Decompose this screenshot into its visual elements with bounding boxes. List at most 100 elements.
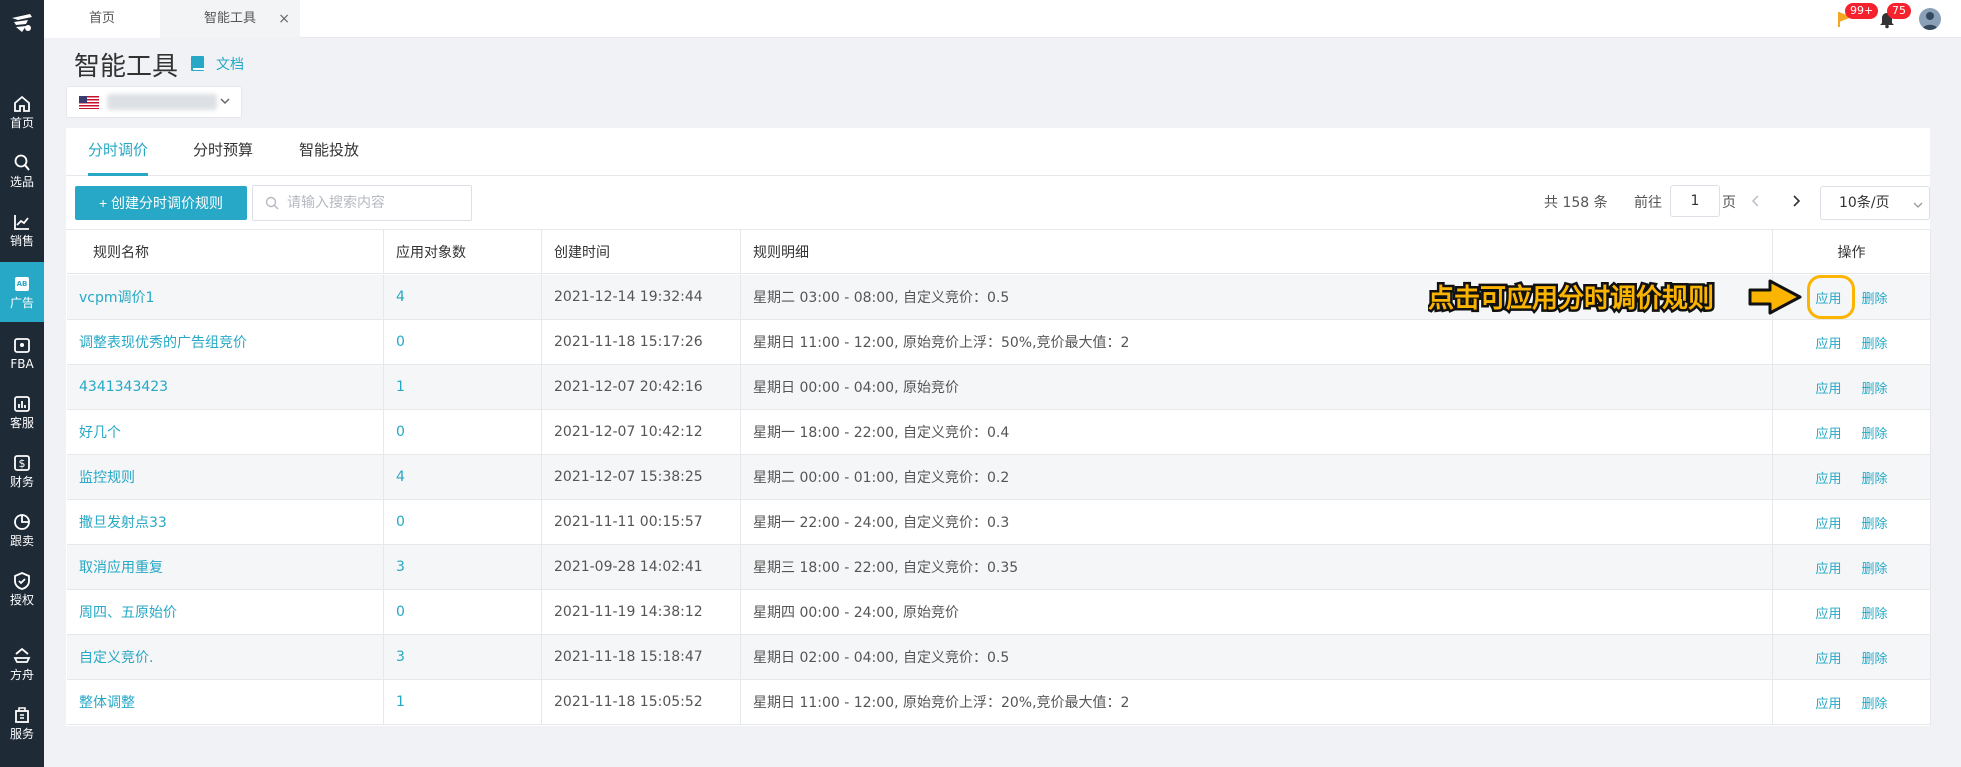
store-name-blurred [107,94,217,110]
rule-detail: 星期日 11:00 - 12:00, 原始竞价上浮：20%,竞价最大值：2 [741,680,1773,724]
delete-button[interactable]: 删除 [1862,333,1888,352]
sub-tab-bar: 分时调价 分时预算 智能投放 [66,128,1930,176]
apply-button[interactable]: 应用 [1815,513,1841,532]
apply-count-link[interactable]: 1 [396,694,405,710]
store-select[interactable] [66,86,242,118]
apply-button[interactable]: 应用 [1815,333,1841,352]
search-box [252,185,472,221]
notification-bell[interactable]: 75 [1877,3,1911,29]
apply-button[interactable]: 应用 [1815,648,1841,667]
sidebar-item-finance[interactable]: $ 财务 [0,443,44,499]
book-icon [191,56,204,71]
apply-button[interactable]: 应用 [1815,558,1841,577]
sidebar-item-ads[interactable]: AB 广告 [0,262,44,322]
delete-button[interactable]: 删除 [1862,558,1888,577]
search-input[interactable] [287,192,463,214]
table-row: 4341343423 1 2021-12-07 20:42:16 星期日 00:… [67,365,1931,410]
search-icon [14,154,30,171]
delete-button[interactable]: 删除 [1862,378,1888,397]
apply-button[interactable]: 应用 [1815,603,1841,622]
apply-count-link[interactable]: 0 [396,514,405,530]
apply-count-link[interactable]: 1 [396,379,405,395]
flag-badge: 99+ [1845,3,1879,19]
rule-name-link[interactable]: 调整表现优秀的广告组竞价 [79,332,247,352]
notification-flag[interactable]: 99+ [1835,3,1879,29]
tab-home[interactable]: 首页 [44,0,160,38]
total-count: 共 158 条 [1544,195,1608,211]
sidebar-item-label: 客服 [9,416,34,430]
apply-count-link[interactable]: 3 [396,559,405,575]
delete-button[interactable]: 删除 [1862,513,1888,532]
created-time: 2021-11-18 15:05:52 [542,680,741,724]
apply-button[interactable]: 应用 [1815,378,1841,397]
delete-button[interactable]: 删除 [1862,468,1888,487]
apply-count-link[interactable]: 3 [396,649,405,665]
page-input[interactable]: 1 [1670,185,1720,217]
apply-button[interactable]: 应用 [1815,423,1841,442]
table-row: 撒旦发射点33 0 2021-11-11 00:15:57 星期一 22:00 … [67,500,1931,545]
create-rule-button[interactable]: + 创建分时调价规则 [75,186,247,220]
tab-smart-tools[interactable]: 智能工具 × [160,0,300,38]
rule-detail: 星期一 18:00 - 22:00, 自定义竞价：0.4 [741,410,1773,454]
rule-name-link[interactable]: 监控规则 [79,467,135,487]
sidebar-item-services[interactable]: 服务 [0,695,44,751]
ad-icon: AB [15,277,29,291]
apply-count-link[interactable]: 0 [396,334,405,350]
tab-time-bid[interactable]: 分时调价 [88,128,149,176]
rule-detail: 星期四 00:00 - 24:00, 原始竞价 [741,590,1773,634]
tab-time-budget[interactable]: 分时预算 [193,128,253,176]
sidebar-item-ark[interactable]: 方舟 [0,636,44,692]
sidebar-item-follow-sell[interactable]: 跟卖 [0,502,44,558]
rule-name-link[interactable]: 取消应用重复 [79,557,163,577]
delete-button[interactable]: 删除 [1862,288,1888,307]
delete-button[interactable]: 删除 [1862,648,1888,667]
col-header-created: 创建时间 [542,230,741,273]
delete-button[interactable]: 删除 [1862,693,1888,712]
prev-page-icon[interactable] [1750,194,1762,208]
rule-name-link[interactable]: vcpm调价1 [79,287,154,307]
rule-detail: 星期三 18:00 - 22:00, 自定义竞价：0.35 [741,545,1773,589]
user-avatar-icon [1922,12,1938,30]
apply-count-link[interactable]: 4 [396,289,405,305]
sidebar-item-service[interactable]: 客服 [0,384,44,440]
apply-count-link[interactable]: 4 [396,469,405,485]
rule-name-link[interactable]: 整体调整 [79,692,135,712]
rule-name-link[interactable]: 4341343423 [79,379,168,395]
goto-suffix: 页 [1722,195,1736,211]
created-time: 2021-12-07 15:38:25 [542,455,741,499]
goto-prefix: 前往 [1634,195,1662,211]
apply-count-link[interactable]: 0 [396,424,405,440]
sidebar-item-label: 方舟 [9,668,34,682]
page-size-select[interactable]: 10条/页 [1820,186,1930,220]
rule-name-link[interactable]: 周四、五原始价 [79,602,177,622]
sidebar-item-authorize[interactable]: 授权 [0,561,44,617]
sidebar-item-selection[interactable]: 选品 [0,143,44,199]
svg-text:AB: AB [17,280,28,288]
sidebar-item-home[interactable]: 首页 [0,84,44,140]
svg-text:$: $ [19,457,26,470]
tab-smart-delivery[interactable]: 智能投放 [299,128,359,176]
delete-button[interactable]: 删除 [1862,603,1888,622]
rule-name-link[interactable]: 撒旦发射点33 [79,512,167,532]
col-header-actions: 操作 [1773,230,1931,273]
apply-button[interactable]: 应用 [1815,468,1841,487]
delete-button[interactable]: 删除 [1862,423,1888,442]
close-icon[interactable]: × [278,0,290,38]
apply-button[interactable]: 应用 [1815,693,1841,712]
apply-count-link[interactable]: 0 [396,604,405,620]
rule-name-link[interactable]: 好几个 [79,422,121,442]
table-row: 好几个 0 2021-12-07 10:42:12 星期一 18:00 - 22… [67,410,1931,455]
avatar[interactable] [1919,8,1941,30]
sidebar-item-label: 服务 [9,727,34,741]
doc-link[interactable]: 文档 [190,54,244,74]
created-time: 2021-11-18 15:18:47 [542,635,741,679]
bell-badge: 75 [1887,3,1911,19]
table-row: 整体调整 1 2021-11-18 15:05:52 星期日 11:00 - 1… [67,680,1931,725]
table-header-row: 规则名称 应用对象数 创建时间 规则明细 操作 [67,230,1931,274]
sidebar-item-sales[interactable]: 销售 [0,202,44,258]
sidebar-item-fba[interactable]: FBA [0,325,44,381]
next-page-icon[interactable] [1790,194,1802,208]
logo-icon[interactable] [8,8,36,36]
rule-name-link[interactable]: 自定义竞价. [79,647,153,667]
content-card: 分时调价 分时预算 智能投放 + 创建分时调价规则 共 158 条 前往 1 页… [66,128,1931,726]
